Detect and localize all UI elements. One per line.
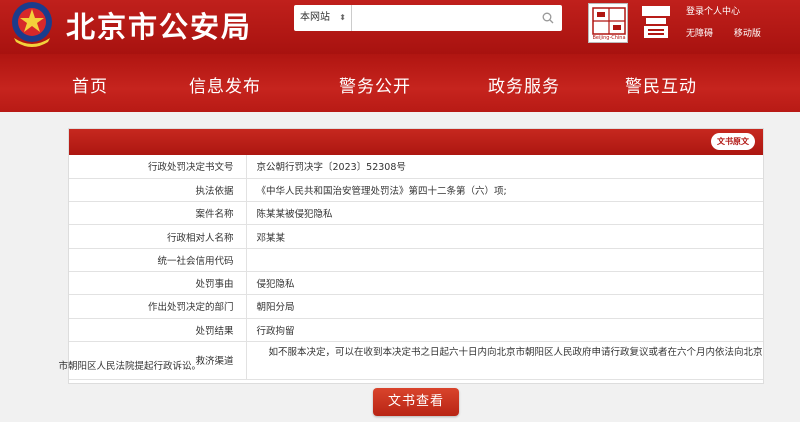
table-row: 行政处罚决定书文号 京公朝行罚决字〔2023〕52308号: [69, 155, 763, 179]
main-nav: 首页 信息发布 警务公开 政务服务 警民互动: [0, 54, 800, 112]
row-value: 侵犯隐私: [246, 271, 763, 296]
nav-item-home[interactable]: 首页: [72, 72, 108, 97]
search-bar: 本网站 ⬍: [294, 5, 562, 31]
table-row: 案件名称 陈某某被侵犯隐私: [69, 201, 763, 226]
row-label: 统一社会信用代码: [69, 248, 247, 272]
nav-item-police-open[interactable]: 警务公开: [339, 72, 411, 97]
police-emblem-icon[interactable]: [4, 0, 60, 48]
row-label: 处罚结果: [69, 318, 247, 342]
original-document-badge[interactable]: 文书原文: [711, 133, 755, 150]
row-label: 处罚事由: [69, 271, 247, 296]
login-link[interactable]: 登录个人中心: [686, 7, 740, 17]
row-value: 朝阳分局: [246, 294, 763, 319]
chevron-updown-icon: ⬍: [339, 13, 346, 22]
header: 北京市公安局 本网站 ⬍ Beijing-China 登录个人中心 无障碍 移动…: [0, 0, 800, 54]
row-label: 行政相对人名称: [69, 224, 247, 249]
table-row: 执法依据 《中华人民共和国治安管理处罚法》第四十二条第（六）项;: [69, 178, 763, 203]
row-value: 邓某某: [246, 224, 763, 249]
nav-item-interaction[interactable]: 警民互动: [625, 72, 697, 97]
row-value: 京公朝行罚决字〔2023〕52308号: [246, 155, 763, 179]
remedy-value-cell: 如不服本决定，可以在收到本决定书之日起六十日内向北京市朝阳区人民政府申请行政复议…: [59, 341, 763, 380]
panel-header-bar: 文书原文: [69, 129, 763, 155]
row-value: [246, 248, 763, 272]
row-label: 作出处罚决定的部门: [69, 294, 247, 319]
police-character-logo-icon[interactable]: [636, 2, 676, 42]
row-value: 陈某某被侵犯隐私: [246, 201, 763, 226]
table-row: 统一社会信用代码: [69, 248, 763, 272]
search-input[interactable]: [352, 5, 534, 31]
row-label: 执法依据: [69, 178, 247, 203]
view-document-button[interactable]: 文书查看: [373, 388, 459, 416]
site-title[interactable]: 北京市公安局: [66, 4, 252, 46]
row-value: 行政拘留: [246, 318, 763, 342]
penalty-decision-panel: 文书原文 行政处罚决定书文号 京公朝行罚决字〔2023〕52308号 执法依据 …: [59, 128, 764, 384]
logo-caption: Beijing-China: [592, 35, 626, 41]
table-row-remedy: 救济渠道 如不服本决定，可以在收到本决定书之日起六十日内向北京市朝阳区人民政府申…: [59, 341, 763, 380]
remedy-value: 如不服本决定，可以在收到本决定书之日起六十日内向北京市朝阳区人民政府申请行政复议…: [58, 347, 763, 373]
table-row: 行政相对人名称 邓某某: [69, 224, 763, 249]
search-scope-label: 本网站: [300, 12, 330, 23]
nav-item-services[interactable]: 政务服务: [488, 72, 560, 97]
capital-window-logo[interactable]: Beijing-China: [588, 3, 628, 43]
row-label: 行政处罚决定书文号: [69, 155, 247, 179]
table-row: 处罚结果 行政拘留: [69, 318, 763, 342]
row-value: 《中华人民共和国治安管理处罚法》第四十二条第（六）项;: [246, 178, 763, 203]
accessibility-link[interactable]: 无障碍: [686, 29, 713, 39]
table-row: 作出处罚决定的部门 朝阳分局: [69, 294, 763, 319]
row-label: 案件名称: [69, 201, 247, 226]
search-icon[interactable]: [534, 5, 562, 31]
nav-item-info[interactable]: 信息发布: [189, 72, 261, 97]
penalty-info-table: 行政处罚决定书文号 京公朝行罚决字〔2023〕52308号 执法依据 《中华人民…: [59, 155, 763, 380]
search-scope-select[interactable]: 本网站 ⬍: [294, 5, 352, 31]
mobile-link[interactable]: 移动版: [734, 29, 761, 39]
table-row: 处罚事由 侵犯隐私: [69, 271, 763, 296]
